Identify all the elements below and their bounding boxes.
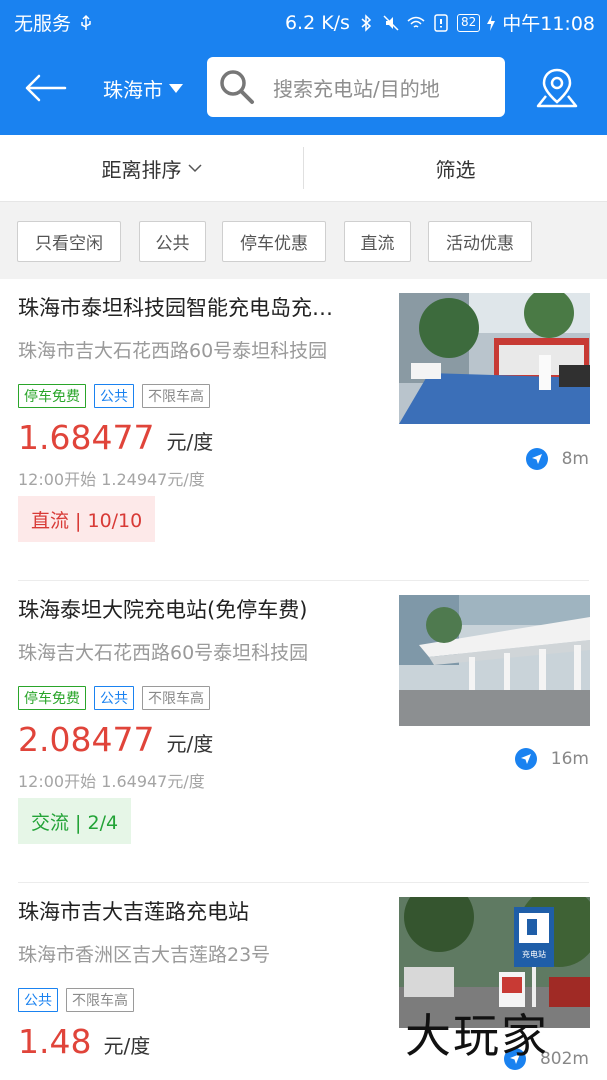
carrier-text: 无服务: [14, 13, 72, 35]
tag-public: 公共: [94, 686, 134, 710]
city-selector[interactable]: 珠海市: [103, 74, 183, 103]
time-price: 12:00开始 1.24947元/度: [18, 470, 205, 489]
station-card[interactable]: 珠海市泰坦科技园智能充电岛充… 珠海市吉大石花西路60号泰坦科技园 停车免费 公…: [0, 280, 607, 581]
tag-no-height-limit: 不限车高: [142, 686, 210, 710]
price-value: 2.08477: [18, 720, 155, 759]
map-location-icon[interactable]: [532, 64, 582, 114]
charger-status: 直流 | 10/10: [18, 496, 156, 542]
price-unit: 元/度: [166, 732, 214, 756]
tag-free-parking: 停车免费: [18, 384, 86, 408]
filter-button[interactable]: 筛选: [304, 135, 607, 202]
clock: 中午11:08: [502, 13, 595, 35]
charger-status: 交流 | 2/4: [18, 798, 132, 844]
divider: [18, 580, 589, 581]
navigate-icon[interactable]: [525, 448, 548, 470]
status-bar: 无服务 6.2 K/s 82 中午11:08: [0, 0, 607, 44]
charging-icon: [487, 14, 496, 31]
navbar: 珠海市 搜索充电站/目的地: [0, 44, 607, 135]
alert-icon: [434, 13, 448, 32]
city-label: 珠海市: [103, 78, 163, 102]
chip-public[interactable]: 公共: [139, 221, 206, 262]
chip-dc[interactable]: 直流: [344, 221, 411, 262]
station-name: 珠海市吉大吉莲路充电站: [18, 900, 249, 924]
price-unit: 元/度: [103, 1034, 151, 1058]
tag-free-parking: 停车免费: [18, 686, 86, 710]
mute-icon: [383, 14, 399, 31]
divider: [18, 882, 589, 883]
usb-icon: [81, 14, 91, 30]
chip-promotion[interactable]: 活动优惠: [428, 221, 532, 262]
station-photo: [399, 595, 590, 726]
sort-label: 距离排序: [101, 158, 182, 182]
search-icon: [220, 70, 254, 104]
station-name: 珠海市泰坦科技园智能充电岛充…: [18, 296, 333, 320]
station-photo: [399, 293, 590, 424]
navigate-icon[interactable]: [514, 748, 537, 770]
sort-dropdown[interactable]: 距离排序: [0, 135, 303, 202]
chip-idle-only[interactable]: 只看空闲: [17, 221, 121, 262]
station-address: 珠海市吉大石花西路60号泰坦科技园: [18, 340, 328, 362]
station-name: 珠海泰坦大院充电站(免停车费): [18, 598, 308, 622]
bluetooth-icon: [361, 13, 372, 32]
station-address: 珠海市香洲区吉大吉莲路23号: [18, 944, 271, 966]
search-placeholder: 搜索充电站/目的地: [273, 76, 440, 101]
quick-filter-chips: 只看空闲 公共 停车优惠 直流 活动优惠: [0, 202, 607, 279]
tag-public: 公共: [18, 988, 58, 1012]
tag-no-height-limit: 不限车高: [142, 384, 210, 408]
battery-level: 82: [456, 13, 481, 32]
chevron-down-icon: [187, 164, 202, 173]
wifi-icon: [407, 16, 425, 28]
tag-public: 公共: [94, 384, 134, 408]
time-price: 12:00开始 1.64947元/度: [18, 772, 205, 791]
search-input[interactable]: 搜索充电站/目的地: [207, 57, 505, 117]
sort-filter-bar: 距离排序 筛选: [0, 135, 607, 202]
price-value: 1.48: [18, 1022, 92, 1061]
back-button[interactable]: [20, 66, 70, 110]
photo-sign-text: 充电站: [522, 949, 546, 959]
filter-label: 筛选: [435, 158, 476, 182]
tag-no-height-limit: 不限车高: [66, 988, 134, 1012]
watermark-logo: 大玩家: [405, 1009, 549, 1063]
price-value: 1.68477: [18, 418, 155, 457]
station-address: 珠海吉大石花西路60号泰坦科技园: [18, 642, 309, 664]
price-unit: 元/度: [166, 430, 214, 454]
distance: 16m: [550, 749, 589, 769]
chip-parking-discount[interactable]: 停车优惠: [222, 221, 326, 262]
station-card[interactable]: 珠海泰坦大院充电站(免停车费) 珠海吉大石花西路60号泰坦科技园 停车免费 公共…: [0, 582, 607, 883]
network-speed: 6.2 K/s: [284, 11, 350, 34]
triangle-down-icon: [169, 83, 183, 93]
distance: 8m: [561, 449, 589, 469]
arrow-left-icon: [25, 74, 67, 102]
